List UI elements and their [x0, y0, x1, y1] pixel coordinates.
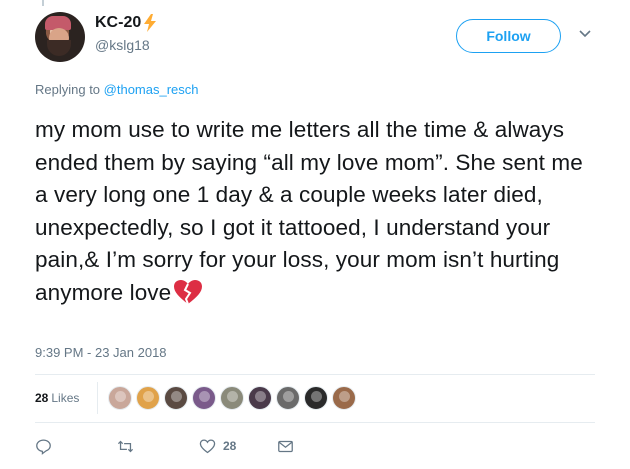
lightning-bolt-icon — [144, 14, 157, 32]
mention-link[interactable]: @thomas_resch — [104, 82, 199, 97]
display-name-text[interactable]: KC-20 — [95, 14, 141, 32]
retweet-icon — [117, 440, 134, 452]
divider — [35, 422, 595, 423]
replying-to: Replying to @thomas_resch — [35, 82, 199, 97]
direct-message-button[interactable] — [277, 436, 294, 456]
tweet-body: my mom use to write me letters all the t… — [35, 117, 583, 305]
envelope-icon — [278, 440, 293, 452]
liker-avatar[interactable] — [108, 386, 132, 410]
thread-connector — [42, 0, 44, 6]
like-button[interactable]: 28 — [199, 436, 236, 456]
liker-avatar[interactable] — [220, 386, 244, 410]
display-name[interactable]: KC-20 — [95, 14, 157, 32]
user-handle[interactable]: @kslg18 — [95, 37, 150, 53]
timestamp[interactable]: 9:39 PM - 23 Jan 2018 — [35, 345, 167, 360]
liker-avatars — [108, 386, 360, 410]
liker-avatar[interactable] — [192, 386, 216, 410]
divider — [35, 374, 595, 375]
likes-label[interactable]: Likes — [51, 391, 79, 405]
action-bar: 28 — [0, 436, 630, 456]
like-count: 28 — [223, 439, 237, 453]
likes-number[interactable]: 28 — [35, 391, 48, 405]
liker-avatar[interactable] — [304, 386, 328, 410]
liker-avatar[interactable] — [332, 386, 356, 410]
stats-separator — [97, 382, 98, 414]
retweet-button[interactable] — [117, 436, 134, 456]
tweet-text: my mom use to write me letters all the t… — [35, 114, 595, 309]
replying-to-label: Replying to — [35, 82, 104, 97]
broken-heart-icon — [174, 279, 203, 304]
liker-avatar[interactable] — [276, 386, 300, 410]
liker-avatar[interactable] — [136, 386, 160, 410]
heart-icon — [199, 438, 216, 453]
likes-count[interactable]: 28 Likes — [35, 391, 79, 405]
liker-avatar[interactable] — [164, 386, 188, 410]
liker-avatar[interactable] — [248, 386, 272, 410]
avatar[interactable] — [35, 12, 85, 62]
reply-icon — [36, 438, 51, 455]
follow-button[interactable]: Follow — [456, 19, 561, 53]
chevron-down-icon[interactable] — [578, 27, 592, 41]
reply-button[interactable] — [35, 436, 52, 456]
